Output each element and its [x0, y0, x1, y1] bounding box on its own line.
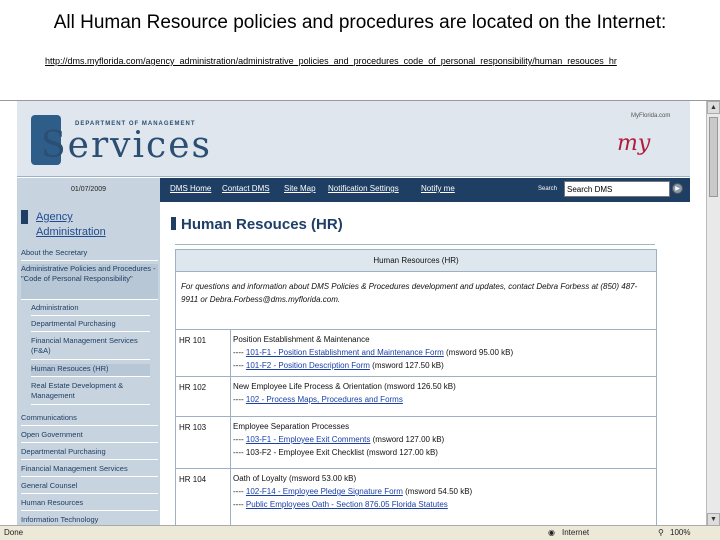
nav-links: DMS Home Contact DMS Site Map Notificati… — [160, 178, 690, 202]
scroll-up-arrow-icon[interactable]: ▲ — [707, 101, 720, 114]
sidebar-item-communications[interactable]: Communications — [21, 413, 158, 426]
zoom-icon[interactable]: ⚲ — [658, 528, 664, 537]
intro-text: For questions and information about DMS … — [181, 282, 638, 304]
form-link[interactable]: Public Employees Oath - Section 876.05 F… — [246, 500, 448, 509]
table-row-hr101: HR 101 Position Establishment & Maintena… — [176, 329, 656, 376]
globe-icon: ◉ — [548, 528, 555, 537]
policy-title: Employee Separation Processes — [233, 422, 350, 431]
slide-title: All Human Resource policies and procedur… — [53, 12, 667, 33]
policy-form-line: ---- 101-F2 - Position Description Form … — [233, 361, 444, 370]
slide: All Human Resource policies and procedur… — [0, 0, 720, 540]
column-divider — [230, 469, 231, 526]
sidebar-item-departmental-purchasing[interactable]: Departmental Purchasing — [21, 447, 158, 460]
sidebar-item-financial-management[interactable]: Financial Management Services — [21, 464, 158, 477]
myflorida-logo[interactable]: my — [617, 131, 650, 156]
policy-url-link[interactable]: http://dms.myflorida.com/agency_administ… — [45, 56, 679, 66]
scroll-thumb[interactable] — [709, 117, 718, 197]
sidebar: Agency Administration About the Secretary… — [17, 202, 160, 526]
sidebar-item-human-resouces-hr[interactable]: Human Resouces (HR) — [31, 364, 150, 377]
sidebar-section-title-text: Agency Administration — [36, 211, 106, 238]
search-label: Search — [538, 186, 558, 192]
status-bar: Done ◉ Internet ⚲ 100% — [0, 525, 720, 540]
sidebar-item-administration[interactable]: Administration — [31, 303, 150, 316]
bullet-square-icon — [21, 210, 28, 224]
nav-link-site-map[interactable]: Site Map — [284, 184, 316, 193]
policy-form-line: ---- 103-F2 - Employee Exit Checklist (m… — [233, 448, 438, 457]
status-text: Done — [4, 528, 24, 537]
bullet-square-icon — [171, 217, 176, 230]
hr-policy-table: Human Resources (HR) For questions and i… — [175, 249, 657, 526]
main-content: Human Resouces (HR) Human Resources (HR)… — [167, 202, 690, 526]
table-header: Human Resources (HR) — [176, 250, 656, 272]
policy-title[interactable]: Oath of Loyalty (msword 53.00 kB) — [233, 474, 356, 483]
policy-form-line: ---- Public Employees Oath - Section 876… — [233, 500, 448, 509]
form-link[interactable]: 102-F14 - Employee Pledge Signature Form — [246, 487, 403, 496]
browser-window: DEPARTMENT OF MANAGEMENT Services MyFlor… — [0, 100, 720, 540]
policy-title: Position Establishment & Maintenance — [233, 335, 370, 344]
sidebar-section-title[interactable]: Agency Administration — [21, 210, 156, 246]
security-zone: Internet — [562, 528, 590, 537]
form-link[interactable]: 101-F1 - Position Establishment and Main… — [246, 348, 444, 357]
heading-divider — [175, 244, 655, 245]
policy-form-line: ---- 103-F1 - Employee Exit Comments (ms… — [233, 435, 445, 444]
form-link[interactable]: 103-F1 - Employee Exit Comments — [246, 435, 371, 444]
table-row-hr104: HR 104 Oath of Loyalty (msword 53.00 kB)… — [176, 468, 656, 526]
nav-link-dms-home[interactable]: DMS Home — [170, 184, 211, 193]
policy-form-line: ---- 102 - Process Maps, Procedures and … — [233, 395, 403, 404]
current-date: 01/07/2009 — [17, 178, 160, 202]
column-divider — [230, 377, 231, 416]
vertical-scrollbar[interactable]: ▲ ▼ — [706, 101, 720, 526]
policy-code: HR 104 — [179, 475, 207, 484]
web-page: DEPARTMENT OF MANAGEMENT Services MyFlor… — [17, 101, 690, 526]
policy-code: HR 102 — [179, 383, 207, 392]
form-link[interactable]: 102 - Process Maps, Procedures and Forms — [246, 395, 403, 404]
search-input[interactable] — [564, 181, 670, 197]
policy-form-line: ---- 101-F1 - Position Establishment and… — [233, 348, 514, 357]
top-navbar: 01/07/2009 DMS Home Contact DMS Site Map… — [17, 178, 690, 202]
policy-code: HR 101 — [179, 336, 207, 345]
search-go-button[interactable]: ▶ — [672, 183, 683, 194]
table-row-hr103: HR 103 Employee Separation Processes ---… — [176, 416, 656, 468]
nav-link-notification-settings[interactable]: Notification Settings — [328, 184, 399, 193]
sidebar-item-general-counsel[interactable]: General Counsel — [21, 481, 158, 494]
sidebar-item-human-resources[interactable]: Human Resources — [21, 498, 158, 511]
form-link[interactable]: 101-F2 - Position Description Form — [246, 361, 370, 370]
policy-title[interactable]: New Employee Life Process & Orientation … — [233, 382, 456, 391]
column-divider — [230, 417, 231, 468]
policy-form-line: ---- 102-F14 - Employee Pledge Signature… — [233, 487, 473, 496]
column-divider — [230, 330, 231, 376]
nav-link-contact-dms[interactable]: Contact DMS — [222, 184, 270, 193]
table-row-hr102: HR 102 New Employee Life Process & Orien… — [176, 376, 656, 416]
sidebar-item-about-secretary[interactable]: About the Secretary — [21, 248, 158, 261]
sidebar-item-financial-management-sub[interactable]: Financial Management Services (F&A) — [31, 336, 150, 360]
zoom-level[interactable]: 100% — [670, 528, 690, 537]
sidebar-item-real-estate[interactable]: Real Estate Development & Management — [31, 381, 150, 405]
logo-services-text[interactable]: Services — [41, 125, 212, 166]
sidebar-item-open-government[interactable]: Open Government — [21, 430, 158, 443]
nav-link-notify-me[interactable]: Notify me — [421, 184, 455, 193]
page-heading: Human Resouces (HR) — [171, 216, 343, 233]
policy-code: HR 103 — [179, 423, 207, 432]
sidebar-item-departmental-purchasing-sub[interactable]: Departmental Purchasing — [31, 319, 150, 332]
site-banner: DEPARTMENT OF MANAGEMENT Services MyFlor… — [17, 101, 690, 177]
myflorida-small-text: MyFlorida.com — [631, 113, 671, 119]
sidebar-item-admin-policies[interactable]: Administrative Policies and Procedures -… — [21, 264, 158, 300]
